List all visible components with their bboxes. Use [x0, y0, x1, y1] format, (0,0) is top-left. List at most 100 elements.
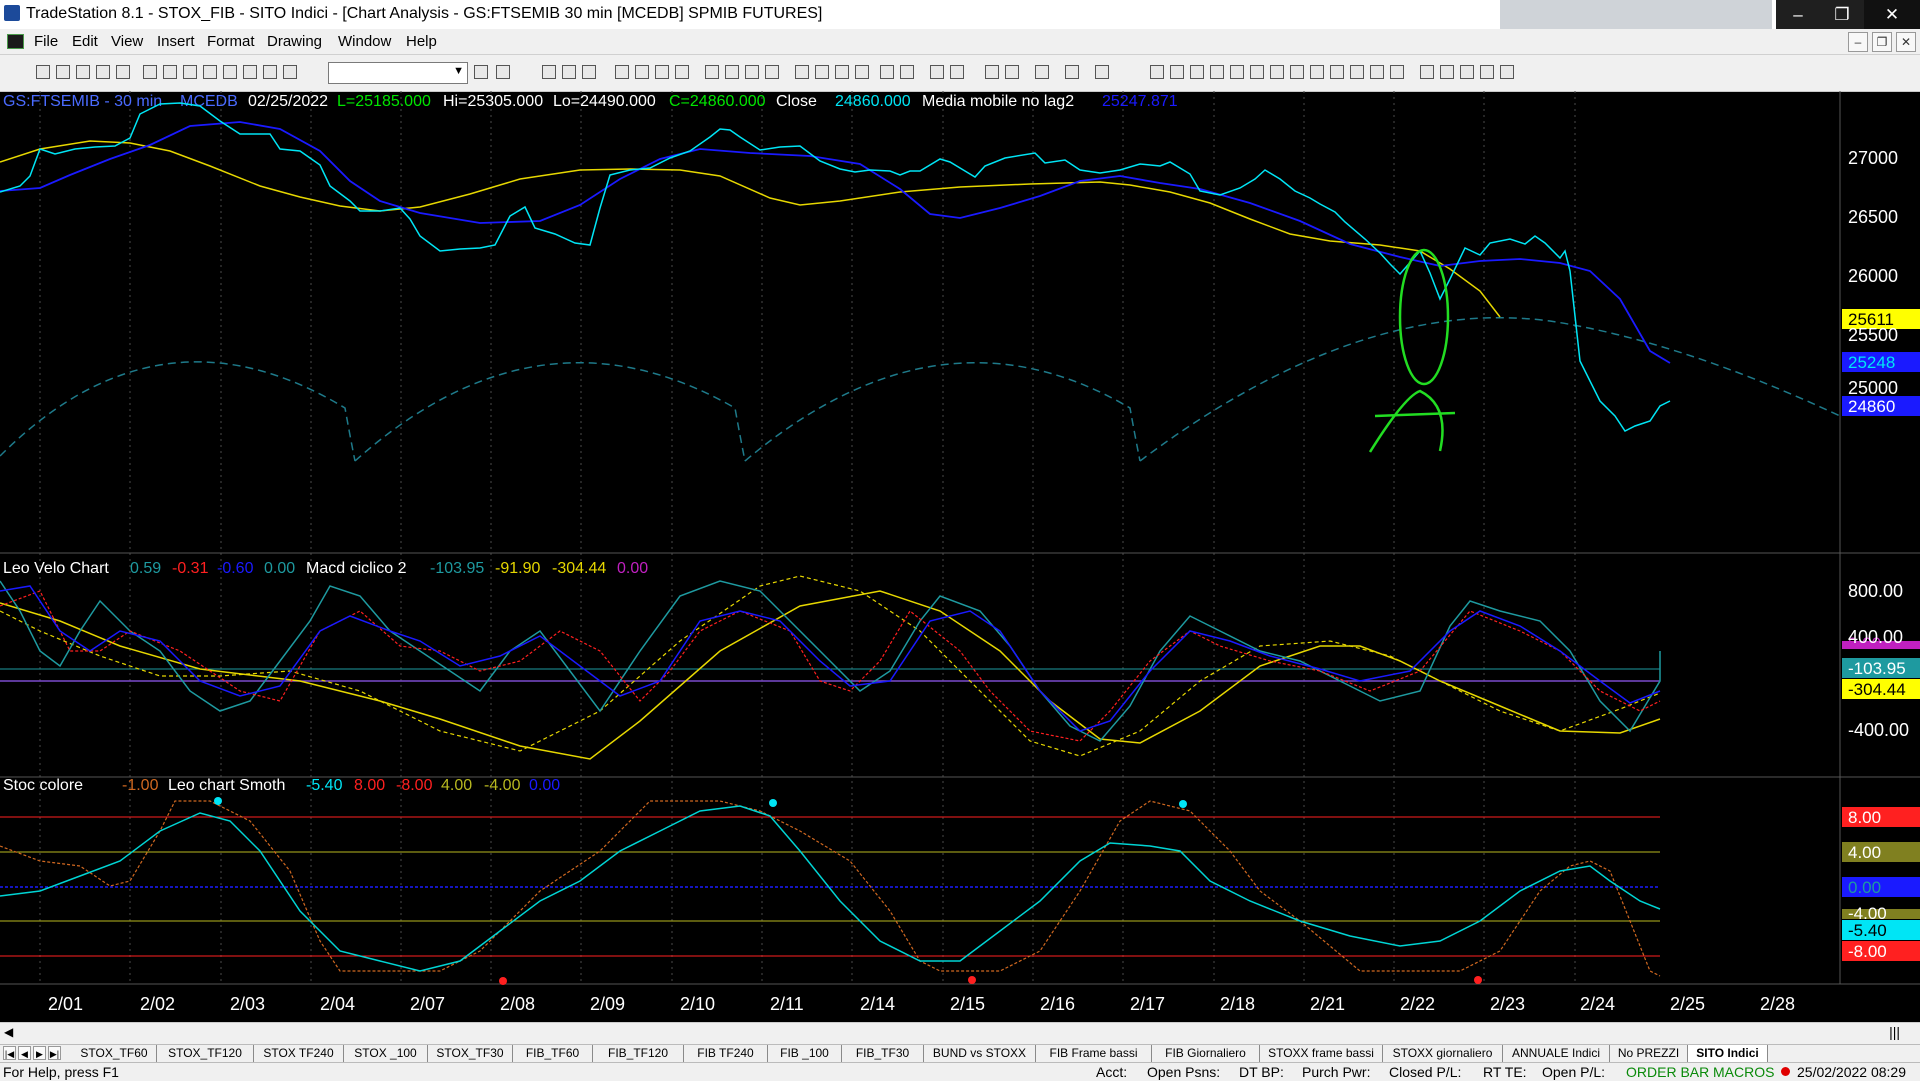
- volume-icon[interactable]: [835, 65, 849, 79]
- menu-view[interactable]: View: [111, 33, 143, 50]
- zoom-in-icon[interactable]: [930, 65, 944, 79]
- menu-file[interactable]: File: [34, 33, 58, 50]
- close-button[interactable]: ✕: [1864, 0, 1920, 29]
- insert-analysis-icon[interactable]: [1065, 65, 1079, 79]
- gann-fan-icon[interactable]: [1250, 65, 1264, 79]
- pointer-icon[interactable]: [985, 65, 999, 79]
- format-icon[interactable]: [1095, 65, 1109, 79]
- menu-drawing[interactable]: Drawing: [267, 33, 322, 50]
- tab-annuale-indici[interactable]: ANNUALE Indici: [1503, 1045, 1610, 1062]
- tab-stox-100[interactable]: STOX _100: [344, 1045, 428, 1062]
- arc-icon[interactable]: [1350, 65, 1364, 79]
- chart-analysis-area[interactable]: GS:FTSEMIB - 30 min MCEDB 02/25/2022 L=2…: [0, 91, 1920, 1022]
- copy-icon[interactable]: [203, 65, 217, 79]
- text-icon[interactable]: [1500, 65, 1514, 79]
- vertical-lines-icon[interactable]: [1170, 65, 1184, 79]
- scroll-left-icon[interactable]: ◀: [4, 1025, 13, 1039]
- play-icon[interactable]: [474, 65, 488, 79]
- tab-fib-tf30[interactable]: FIB_TF30: [842, 1045, 924, 1062]
- cycle-icon[interactable]: [1330, 65, 1344, 79]
- scanner-icon[interactable]: [655, 65, 669, 79]
- cut-icon[interactable]: [183, 65, 197, 79]
- news-icon[interactable]: [725, 65, 739, 79]
- new-icon[interactable]: [36, 65, 50, 79]
- status-macros[interactable]: MACROS: [1713, 1064, 1774, 1080]
- arrow-up-icon[interactable]: [1440, 65, 1454, 79]
- tab-stox-tf120[interactable]: STOX_TF120: [157, 1045, 254, 1062]
- tab-next-icon[interactable]: ▶: [33, 1046, 46, 1060]
- tab-fib-giornaliero[interactable]: FIB Giornaliero: [1152, 1045, 1260, 1062]
- tab-stox-tf30[interactable]: STOX_TF30: [428, 1045, 513, 1062]
- tab-prev-icon[interactable]: ◀: [18, 1046, 31, 1060]
- radar-icon[interactable]: [635, 65, 649, 79]
- tab-fib-tf240[interactable]: FIB TF240: [684, 1045, 768, 1062]
- close-workspace-icon[interactable]: [96, 65, 110, 79]
- bar-chart-icon[interactable]: [795, 65, 809, 79]
- open-icon[interactable]: [56, 65, 70, 79]
- ellipse-icon[interactable]: [1460, 65, 1474, 79]
- trendline-icon[interactable]: [1150, 65, 1164, 79]
- curve-icon[interactable]: [1370, 65, 1384, 79]
- scroll-right-icon[interactable]: |||: [1889, 1024, 1900, 1040]
- status-order-bar[interactable]: ORDER BAR: [1626, 1064, 1709, 1080]
- find-icon[interactable]: [263, 65, 277, 79]
- quote-icon[interactable]: [562, 65, 576, 79]
- menu-window[interactable]: Window: [338, 33, 391, 50]
- zoom-out-icon[interactable]: [950, 65, 964, 79]
- workspace-icon[interactable]: [116, 65, 130, 79]
- paste-icon[interactable]: [223, 65, 237, 79]
- menu-edit[interactable]: Edit: [72, 33, 98, 50]
- print-icon[interactable]: [163, 65, 177, 79]
- expand-icon[interactable]: [880, 65, 894, 79]
- rectangle-icon[interactable]: [1480, 65, 1494, 79]
- chart-svg[interactable]: GS:FTSEMIB - 30 min MCEDB 02/25/2022 L=2…: [0, 91, 1920, 1022]
- window-layout-icon[interactable]: [542, 65, 556, 79]
- tab-stoxx-giornaliero[interactable]: STOXX giornaliero: [1383, 1045, 1503, 1062]
- compress-icon[interactable]: [900, 65, 914, 79]
- tab-stox-tf240[interactable]: STOX TF240: [254, 1045, 344, 1062]
- menu-insert[interactable]: Insert: [157, 33, 195, 50]
- tab-fib-frame-bassi[interactable]: FIB Frame bassi: [1036, 1045, 1152, 1062]
- tab-bund-vs-stoxx[interactable]: BUND vs STOXX: [924, 1045, 1036, 1062]
- search-icon[interactable]: [496, 65, 510, 79]
- grid-icon[interactable]: [582, 65, 596, 79]
- chart-icon[interactable]: [615, 65, 629, 79]
- horizontal-lines-icon[interactable]: [1190, 65, 1204, 79]
- strategy-icon[interactable]: [675, 65, 689, 79]
- chevron-down-icon[interactable]: ▼: [453, 65, 464, 77]
- tab-fib-100[interactable]: FIB _100: [768, 1045, 842, 1062]
- mdi-minimize-icon[interactable]: –: [1848, 32, 1868, 52]
- data-icon[interactable]: [815, 65, 829, 79]
- menu-format[interactable]: Format: [207, 33, 255, 50]
- mdi-close-icon[interactable]: ✕: [1896, 32, 1916, 52]
- properties-icon[interactable]: [283, 65, 297, 79]
- tab-sito-indici[interactable]: SITO Indici: [1688, 1045, 1768, 1062]
- tab-stox-tf60[interactable]: STOX_TF60: [72, 1045, 157, 1062]
- options-icon[interactable]: [745, 65, 759, 79]
- save-icon[interactable]: [143, 65, 157, 79]
- lock-icon[interactable]: [243, 65, 257, 79]
- speed-lines-icon[interactable]: [1230, 65, 1244, 79]
- portfolio-icon[interactable]: [765, 65, 779, 79]
- tab-stoxx-frame-bassi[interactable]: STOXX frame bassi: [1260, 1045, 1383, 1062]
- arrow-down-icon[interactable]: [1420, 65, 1434, 79]
- ruler-icon[interactable]: [1310, 65, 1324, 79]
- fibonacci-icon[interactable]: [1210, 65, 1224, 79]
- save-workspace-icon[interactable]: [76, 65, 90, 79]
- tab-last-icon[interactable]: ▶|: [48, 1046, 61, 1060]
- minimize-button[interactable]: –: [1776, 0, 1820, 29]
- tab-fib-tf120[interactable]: FIB_TF120: [593, 1045, 684, 1062]
- menu-help[interactable]: Help: [406, 33, 437, 50]
- matrix-icon[interactable]: [705, 65, 719, 79]
- pencil-icon[interactable]: [1390, 65, 1404, 79]
- horizontal-scrollbar[interactable]: ◀ |||: [0, 1022, 1920, 1045]
- tab-no-prezzi[interactable]: No PREZZI: [1610, 1045, 1688, 1062]
- tab-first-icon[interactable]: |◀: [3, 1046, 16, 1060]
- symbol-combo[interactable]: ▼: [328, 62, 468, 84]
- tools-icon[interactable]: [1035, 65, 1049, 79]
- channel-icon[interactable]: [1270, 65, 1284, 79]
- indicator-icon[interactable]: [855, 65, 869, 79]
- mdi-restore-icon[interactable]: ❐: [1872, 32, 1892, 52]
- select-icon[interactable]: [1005, 65, 1019, 79]
- maximize-button[interactable]: ❐: [1820, 0, 1864, 29]
